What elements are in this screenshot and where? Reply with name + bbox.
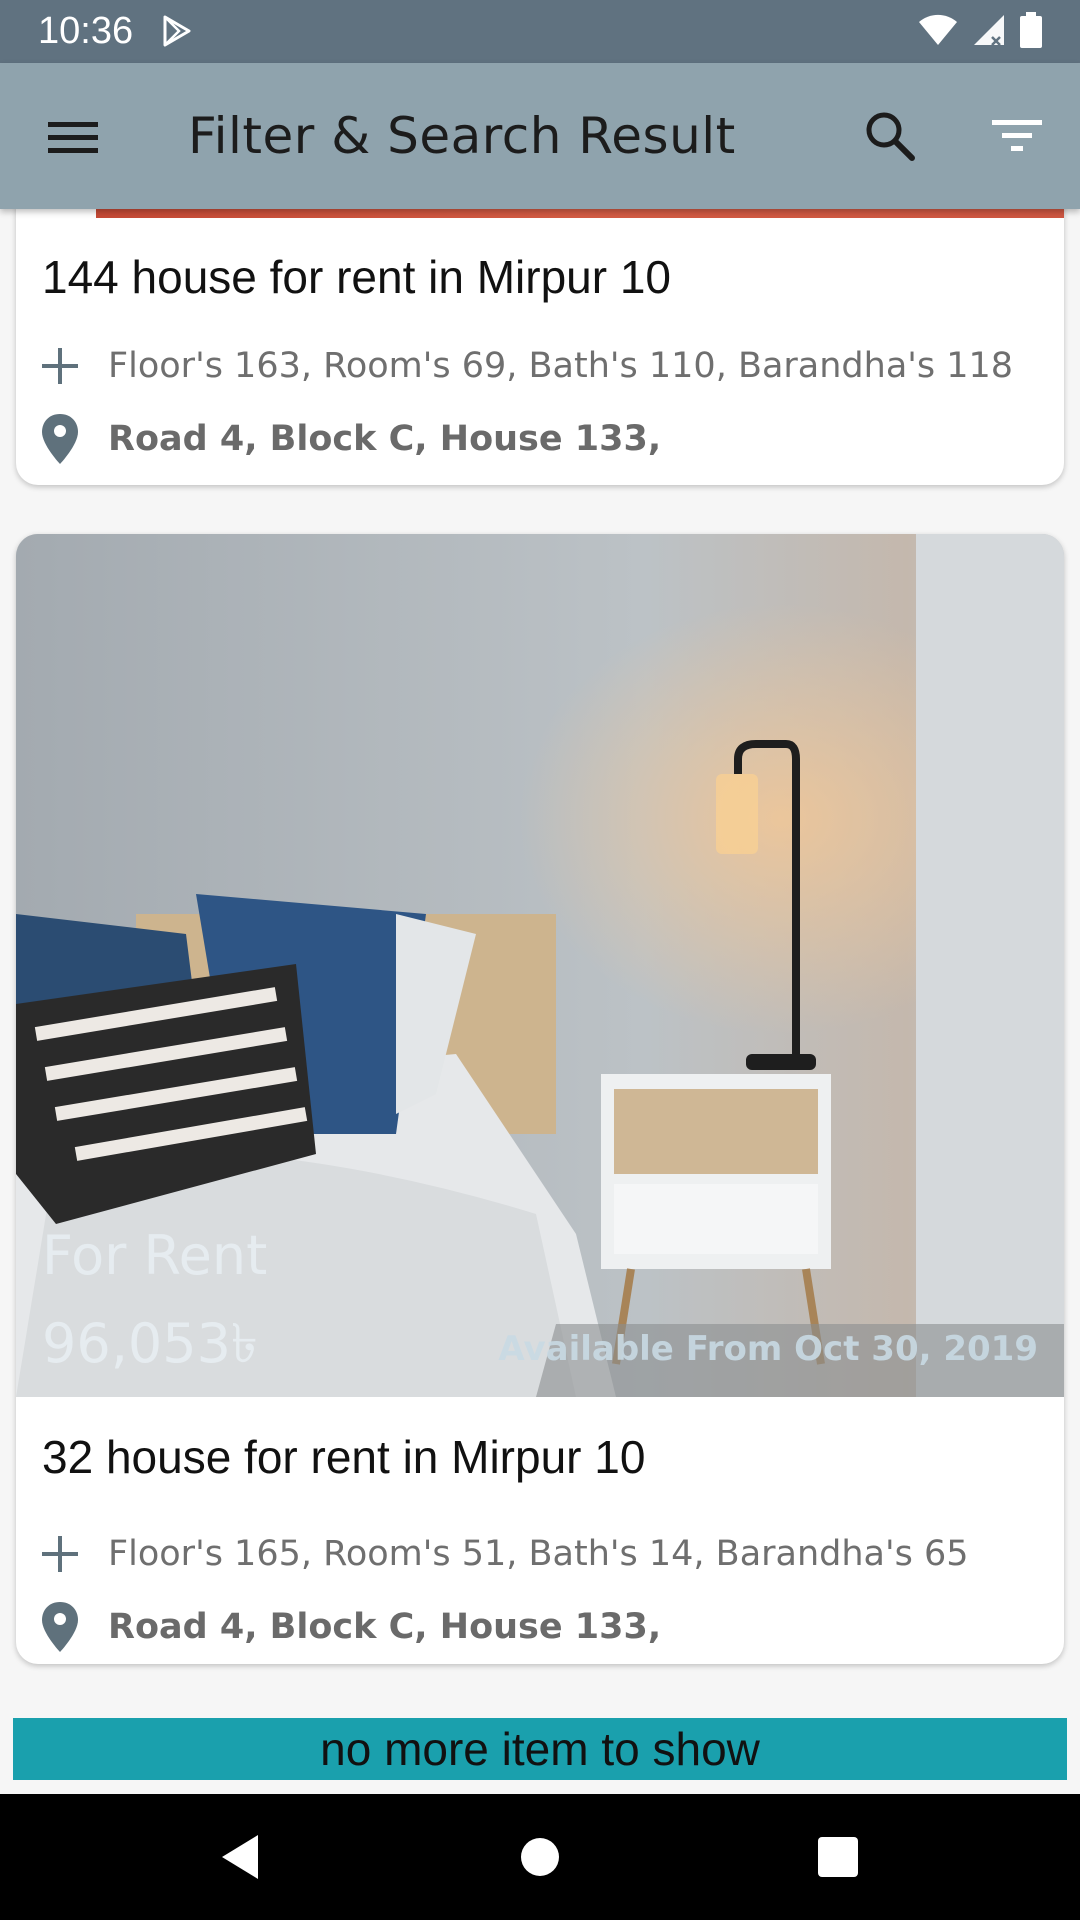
listing-availability: Available From Oct 30, 2019 (498, 1329, 1038, 1369)
listing-specs-row: Floor's 163, Room's 69, Bath's 110, Bara… (40, 346, 1013, 386)
listing-photo: For Rent 96,053৳ Available From Oct 30, … (16, 534, 1064, 1397)
search-icon[interactable] (860, 106, 920, 166)
end-of-list-banner: no more item to show (13, 1718, 1067, 1780)
status-bar: 10:36 (0, 0, 1080, 63)
app-bar: Filter & Search Result (0, 63, 1080, 209)
recents-icon[interactable] (808, 1827, 868, 1887)
listing-card[interactable]: For Rent 96,053৳ Available From Oct 30, … (16, 534, 1064, 1664)
status-icons (918, 12, 1042, 48)
plus-icon (42, 348, 78, 384)
play-store-icon (163, 15, 191, 47)
listing-title: 144 house for rent in Mirpur 10 (42, 251, 672, 303)
listing-price: 96,053৳ (42, 1312, 258, 1375)
listing-specs: Floor's 163, Room's 69, Bath's 110, Bara… (108, 346, 1014, 386)
wifi-icon (919, 14, 957, 45)
listing-specs-row: Floor's 165, Room's 51, Bath's 14, Baran… (40, 1534, 969, 1574)
location-pin-icon (42, 414, 78, 464)
system-nav-bar (0, 1794, 1080, 1920)
page-title: Filter & Search Result (188, 107, 736, 165)
battery-icon (1020, 12, 1042, 48)
listing-address: Road 4, Block C, House 133, (108, 419, 662, 459)
home-icon[interactable] (510, 1827, 570, 1887)
filter-icon[interactable] (988, 106, 1048, 166)
listing-address: Road 4, Block C, House 133, (108, 1607, 662, 1647)
location-pin-icon (42, 1602, 78, 1652)
plus-icon (42, 1536, 78, 1572)
listing-specs: Floor's 165, Room's 51, Bath's 14, Baran… (108, 1534, 969, 1574)
menu-icon[interactable] (36, 106, 108, 166)
listing-address-row: Road 4, Block C, House 133, (40, 412, 661, 466)
signal-icon (974, 15, 1004, 46)
listing-address-row: Road 4, Block C, House 133, (40, 1600, 661, 1654)
listing-title: 32 house for rent in Mirpur 10 (42, 1431, 646, 1483)
back-icon[interactable] (210, 1827, 270, 1887)
status-time: 10:36 (38, 10, 134, 52)
listing-type: For Rent (42, 1224, 268, 1287)
